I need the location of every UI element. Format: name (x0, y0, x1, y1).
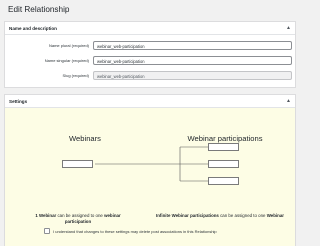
child-item-box (208, 143, 239, 151)
caret-up-icon[interactable]: ▲ (286, 25, 291, 31)
page-title: Edit Relationship (8, 5, 70, 14)
slug-row: Slug (required) webinar_web-participatio… (5, 71, 295, 80)
child-item-box (208, 177, 239, 185)
slug-label: Slug (required) (62, 73, 89, 78)
caret-up-icon[interactable]: ▲ (286, 98, 291, 104)
name-singular-row: Name singular (required) webinar_web-par… (5, 56, 295, 65)
relationship-diagram: Webinars Webinar participations 1 Webina… (5, 108, 295, 246)
parent-item-box (62, 160, 93, 168)
parent-cardinality-text: 1 Webinar can be assigned to one webinar… (35, 213, 121, 224)
name-singular-label: Name singular (required) (44, 58, 89, 63)
confirm-checkbox[interactable] (44, 228, 50, 234)
panel-title: Settings (9, 98, 28, 104)
settings-panel: Settings ▲ Webinars Webinar participatio… (4, 94, 296, 246)
child-item-box (208, 160, 239, 168)
panel-title: Name and description (9, 25, 57, 31)
panel-header[interactable]: Name and description ▲ (5, 22, 295, 35)
slug-input[interactable]: webinar_web-participation (93, 71, 292, 80)
connector-lines (95, 146, 208, 182)
panel-header[interactable]: Settings ▲ (5, 95, 295, 108)
confirm-label: I understand that changes to these setti… (53, 228, 217, 234)
name-plural-input[interactable]: webinar_web-participation (93, 41, 292, 50)
name-description-panel: Name and description ▲ Name plural (requ… (4, 21, 296, 88)
confirm-row: I understand that changes to these setti… (44, 228, 217, 234)
name-singular-input[interactable]: webinar_web-participation (93, 56, 292, 65)
name-plural-label: Name plural (required) (48, 43, 89, 48)
name-plural-row: Name plural (required) webinar_web-parti… (5, 41, 295, 50)
child-cardinality-text: Infinite Webinar participations can be a… (156, 213, 284, 218)
